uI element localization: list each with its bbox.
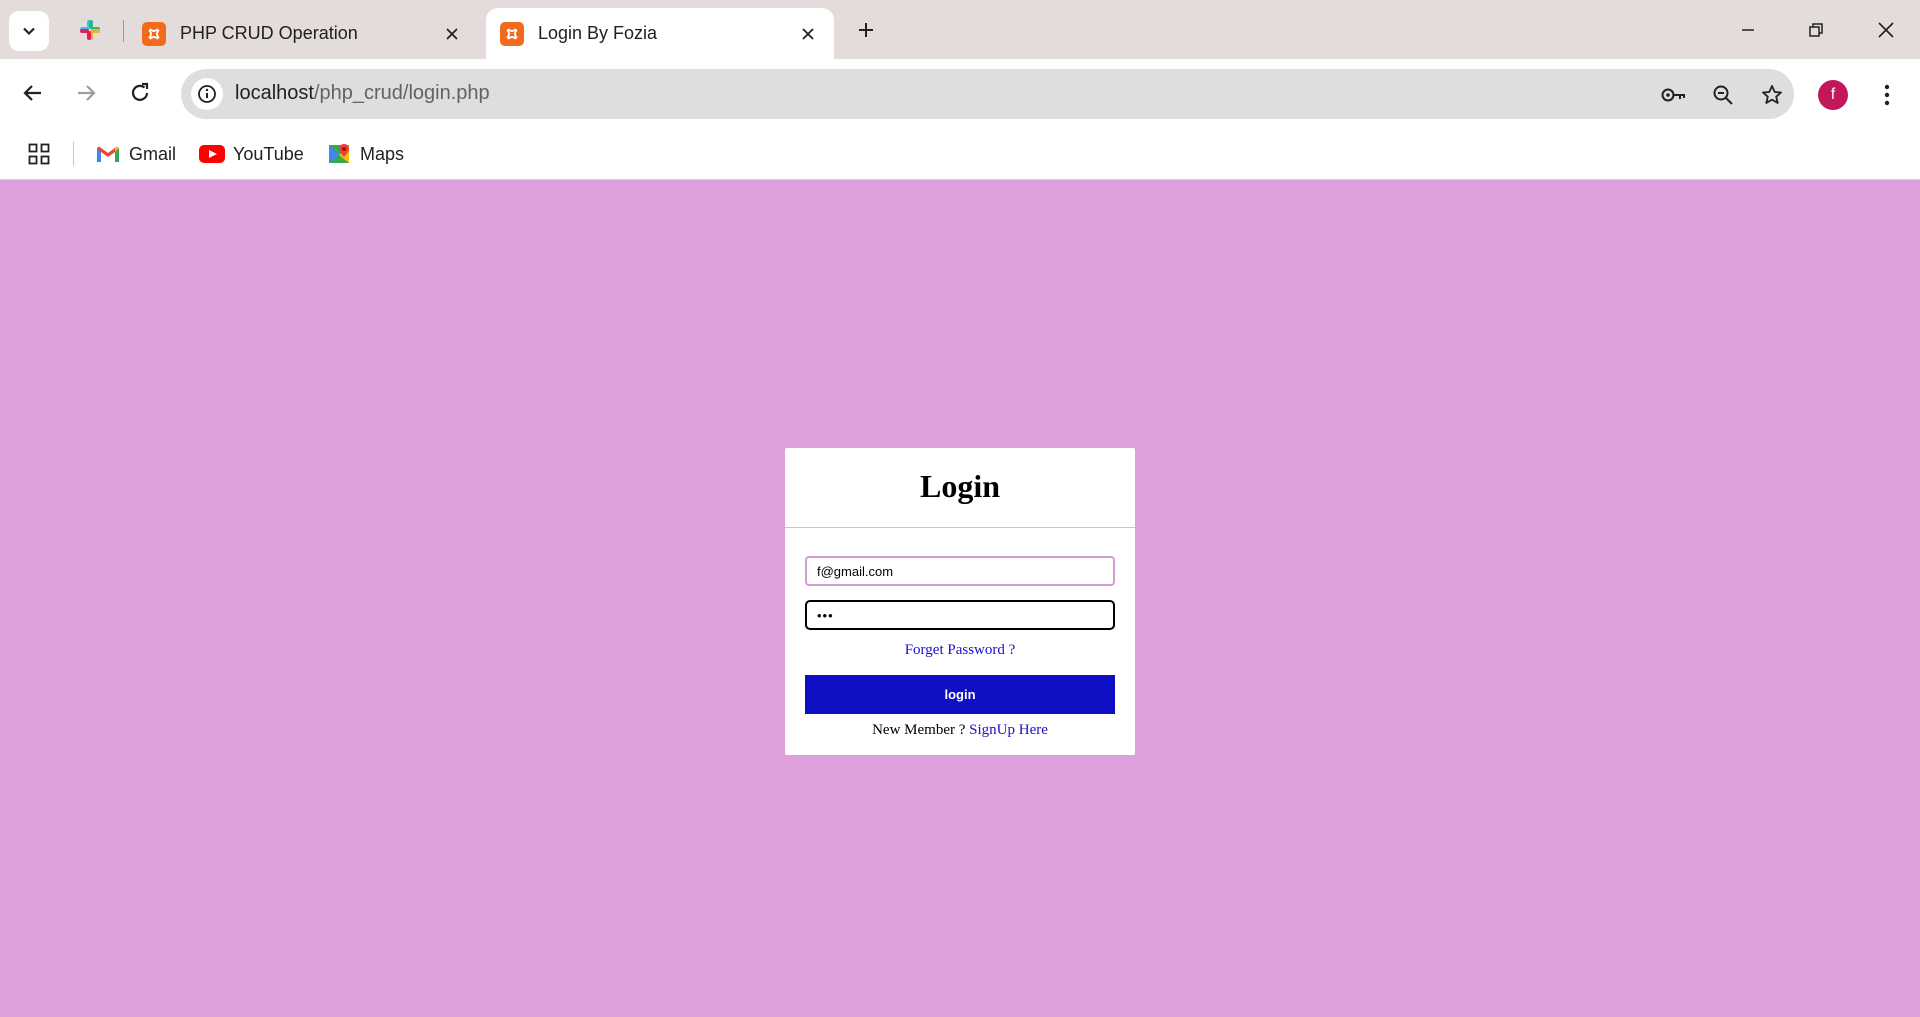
close-icon: [1878, 22, 1894, 38]
browser-menu-button[interactable]: [1872, 77, 1902, 113]
bookmark-label: Maps: [360, 143, 405, 164]
title-divider: [785, 527, 1135, 528]
url-path: /php_crud/login.php: [313, 82, 490, 104]
forward-button[interactable]: [68, 75, 104, 111]
arrow-left-icon: [23, 85, 41, 101]
site-info-button[interactable]: [191, 78, 223, 110]
forgot-password-row: Forget Password ?: [785, 642, 1135, 659]
minimize-icon: [1742, 29, 1754, 31]
bookmark-maps[interactable]: Maps: [326, 139, 404, 169]
pinned-tab-slack[interactable]: [70, 14, 110, 46]
login-card: Login Forget Password ? login New Member…: [785, 448, 1135, 755]
info-icon: [198, 85, 216, 103]
profile-avatar[interactable]: f: [1818, 80, 1848, 110]
plus-icon: [859, 23, 873, 37]
maps-icon: [326, 142, 352, 166]
bookmark-youtube[interactable]: YouTube: [199, 139, 304, 169]
bookmark-label: YouTube: [233, 143, 304, 164]
zoom-button[interactable]: [1709, 81, 1737, 109]
browser-toolbar: localhost/php_crud/login.php f: [0, 59, 1920, 130]
more-vert-icon: [1884, 84, 1890, 106]
xampp-icon: [142, 21, 166, 46]
login-button[interactable]: login: [805, 675, 1115, 714]
password-field[interactable]: [805, 600, 1115, 630]
restore-icon: [1809, 23, 1823, 37]
restore-button[interactable]: [1796, 12, 1836, 48]
key-icon: [1661, 88, 1685, 102]
reload-button[interactable]: [122, 75, 158, 111]
login-title: Login: [919, 468, 1001, 504]
email-field[interactable]: [805, 556, 1115, 586]
xampp-icon: [500, 21, 524, 46]
close-window-button[interactable]: [1866, 12, 1906, 48]
signup-row: New Member ? SignUp Here: [785, 722, 1135, 739]
tab-title: PHP CRUD Operation: [180, 23, 358, 43]
bookmark-star-button[interactable]: [1758, 81, 1786, 109]
chevron-down-icon: [23, 27, 35, 36]
address-bar[interactable]: localhost/php_crud/login.php: [181, 69, 1794, 119]
new-tab-button[interactable]: [850, 14, 882, 46]
close-tab-icon[interactable]: [796, 22, 820, 46]
tab-separator: [123, 20, 124, 42]
apps-grid-icon: [28, 143, 50, 165]
youtube-icon: [199, 142, 225, 166]
minimize-button[interactable]: [1728, 12, 1768, 48]
gmail-icon: [95, 142, 121, 166]
url-text[interactable]: localhost/php_crud/login.php: [235, 82, 490, 105]
zoom-out-icon: [1713, 85, 1733, 105]
bookmarks-bar: Gmail YouTube Maps: [0, 130, 1920, 180]
bookmark-gmail[interactable]: Gmail: [95, 139, 176, 169]
bookmarks-separator: [73, 142, 74, 166]
tab-title: Login By Fozia: [538, 23, 658, 43]
tab-login[interactable]: Login By Fozia: [486, 8, 834, 59]
back-button[interactable]: [15, 75, 51, 111]
apps-button[interactable]: [24, 139, 54, 169]
password-key-button[interactable]: [1660, 81, 1688, 109]
star-icon: [1762, 85, 1782, 104]
reload-icon: [131, 82, 149, 101]
tab-php-crud[interactable]: PHP CRUD Operation: [128, 8, 478, 59]
tab-search-button[interactable]: [9, 11, 49, 51]
forgot-password-link[interactable]: Forget Password ?: [905, 642, 1016, 658]
arrow-right-icon: [78, 85, 96, 101]
close-tab-icon[interactable]: [440, 22, 464, 46]
signup-prompt: New Member ?: [872, 722, 966, 738]
slack-icon: [80, 20, 100, 40]
tab-strip: PHP CRUD Operation Login By Fozia: [0, 0, 1920, 59]
bookmark-label: Gmail: [129, 143, 177, 164]
url-host: localhost: [235, 82, 314, 104]
signup-link[interactable]: SignUp Here: [969, 722, 1048, 738]
